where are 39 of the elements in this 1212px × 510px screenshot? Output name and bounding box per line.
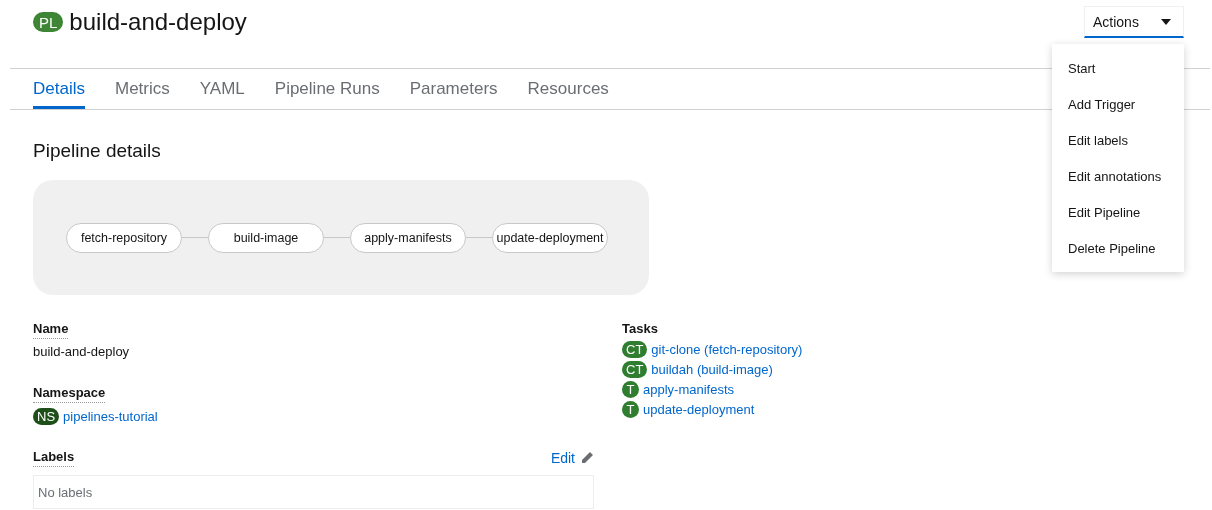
menu-item[interactable]: Delete Pipeline — [1052, 230, 1184, 266]
field-label: Name — [33, 321, 69, 339]
task-node[interactable]: update-deployment — [492, 222, 608, 253]
tab[interactable]: Metrics — [114, 69, 170, 109]
tab[interactable]: Parameters — [409, 69, 498, 109]
field-label: Labels — [33, 449, 75, 467]
field-label: Tasks — [622, 321, 658, 338]
edit-link[interactable]: Edit — [550, 450, 594, 466]
namespace-link[interactable]: pipelines-tutorial — [63, 409, 158, 424]
pencil-icon — [580, 451, 594, 465]
namespace-badge: NS — [33, 408, 60, 425]
task-badge: T — [622, 381, 639, 398]
labels-field: No labels — [33, 475, 594, 509]
menu-item[interactable]: Edit Pipeline — [1052, 194, 1184, 230]
field-value: build-and-deploy — [33, 344, 131, 359]
tab[interactable]: Pipeline Runs — [274, 69, 380, 109]
task-link[interactable]: buildah (build-image) — [651, 362, 773, 377]
section-title: Pipeline details — [33, 140, 161, 162]
actions-dropdown[interactable]: Actions — [1084, 6, 1184, 38]
field-label: Namespace — [33, 385, 106, 403]
task-link[interactable]: apply-manifests — [643, 382, 735, 397]
menu-item[interactable]: Edit labels — [1052, 122, 1184, 158]
task-link[interactable]: update-deployment — [643, 402, 755, 417]
task-badge: CT — [622, 361, 648, 378]
task-badge: T — [622, 401, 639, 418]
tab[interactable]: YAML — [199, 69, 245, 109]
caret-icon — [1160, 18, 1171, 25]
tab[interactable]: Resources — [527, 69, 609, 109]
menu-item[interactable]: Edit annotations — [1052, 158, 1184, 194]
page-title: build-and-deploy — [69, 8, 247, 36]
task-node[interactable]: build-image — [208, 222, 324, 253]
task-node[interactable]: fetch-repository — [66, 222, 182, 253]
task-node[interactable]: apply-manifests — [350, 222, 466, 253]
menu-item[interactable]: Add Trigger — [1052, 86, 1184, 122]
menu-item[interactable]: Start — [1052, 50, 1184, 86]
task-link[interactable]: git-clone (fetch-repository) — [651, 342, 803, 357]
task-badge: CT — [622, 341, 648, 358]
pipeline-badge: PL — [33, 12, 64, 32]
tab[interactable]: Details — [33, 69, 85, 109]
